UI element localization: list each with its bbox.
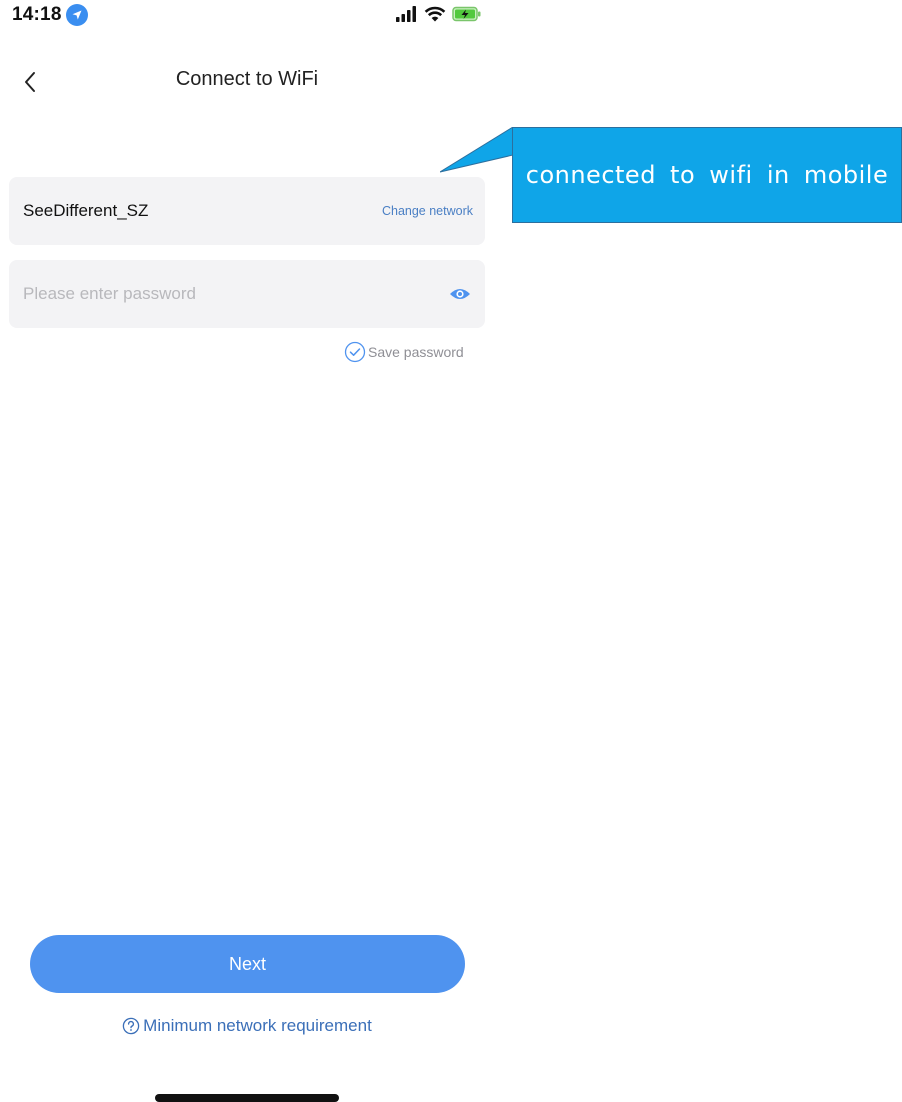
home-indicator: [155, 1094, 339, 1102]
password-card: [9, 260, 485, 328]
minimum-network-requirement-link[interactable]: Minimum network requirement: [0, 1016, 494, 1036]
status-time: 14:18: [12, 4, 62, 25]
callout-text: connected to wifi in mobile: [525, 161, 889, 189]
change-network-link[interactable]: Change network: [382, 204, 473, 218]
save-password-label: Save password: [368, 344, 464, 360]
annotation-callout: connected to wifi in mobile: [512, 127, 902, 223]
next-button[interactable]: Next: [30, 935, 465, 993]
save-password-checkbox[interactable]: Save password: [344, 341, 464, 363]
eye-icon[interactable]: [447, 281, 473, 307]
wifi-icon: [424, 6, 446, 22]
page-title: Connect to WiFi: [175, 68, 319, 90]
check-circle-icon: [344, 341, 366, 363]
password-input[interactable]: [23, 284, 447, 304]
status-bar-time-group: 14:18: [12, 4, 88, 26]
network-card: SeeDifferent_SZ Change network: [9, 177, 485, 245]
battery-charging-icon: [452, 6, 481, 22]
connect-wifi-screen: 14:18 Connect to WiFi connected to wifi …: [0, 0, 902, 1102]
status-bar-icons: [396, 6, 482, 22]
location-icon: [65, 4, 88, 26]
signal-icon: [396, 6, 416, 22]
question-circle-icon: [122, 1017, 140, 1035]
callout-pointer: [440, 127, 514, 173]
minimum-network-requirement-label: Minimum network requirement: [143, 1016, 372, 1035]
network-name: SeeDifferent_SZ: [23, 201, 149, 220]
